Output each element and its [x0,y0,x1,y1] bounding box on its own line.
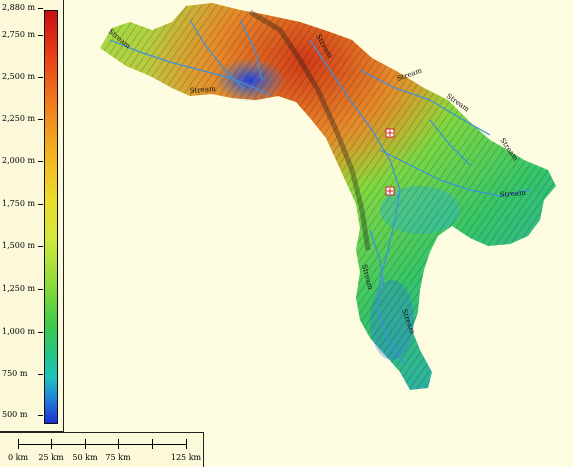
legend-label: 1,000 m [2,327,36,336]
station-marker[interactable] [385,186,395,196]
scale-tick [18,439,19,449]
legend-tick [38,77,43,78]
scale-tick [152,439,153,449]
legend-tick [38,204,43,205]
scale-label: 125 km [170,453,202,462]
legend-label: 2,250 m [2,114,36,123]
legend-label: 500 m [2,410,28,419]
scale-bar: 0 km 25 km 50 km 75 km 125 km [0,432,204,467]
scale-tick [118,439,119,449]
scale-label: 50 km [72,453,98,462]
legend-tick [38,415,43,416]
scale-tick [186,439,187,449]
legend-tick [38,119,43,120]
scale-label: 0 km [7,453,29,462]
legend-label: 2,750 m [2,30,36,39]
legend-label: 750 m [2,369,28,378]
legend-label: 1,250 m [2,284,36,293]
elevation-legend: 2,880 m 2,750 m 2,500 m 2,250 m 2,000 m … [0,0,64,432]
legend-label: 2,000 m [2,156,36,165]
scale-tick [51,439,52,449]
legend-label: 1,750 m [2,199,36,208]
scale-label: 75 km [105,453,131,462]
legend-label: 1,500 m [2,241,36,250]
elevation-map[interactable]: Stream Stream Stream Stream Stream Strea… [0,0,573,467]
legend-label: 2,880 m [2,3,36,12]
elevation-color-bar [44,10,58,424]
scale-bar-line [18,444,186,445]
scale-tick [85,439,86,449]
legend-tick [38,8,43,9]
legend-label: 2,500 m [2,72,36,81]
legend-tick [38,246,43,247]
station-marker[interactable] [385,128,395,138]
scale-label: 25 km [38,453,64,462]
legend-tick [38,332,43,333]
legend-tick [38,374,43,375]
legend-tick [38,289,43,290]
legend-tick [38,35,43,36]
legend-tick [38,161,43,162]
